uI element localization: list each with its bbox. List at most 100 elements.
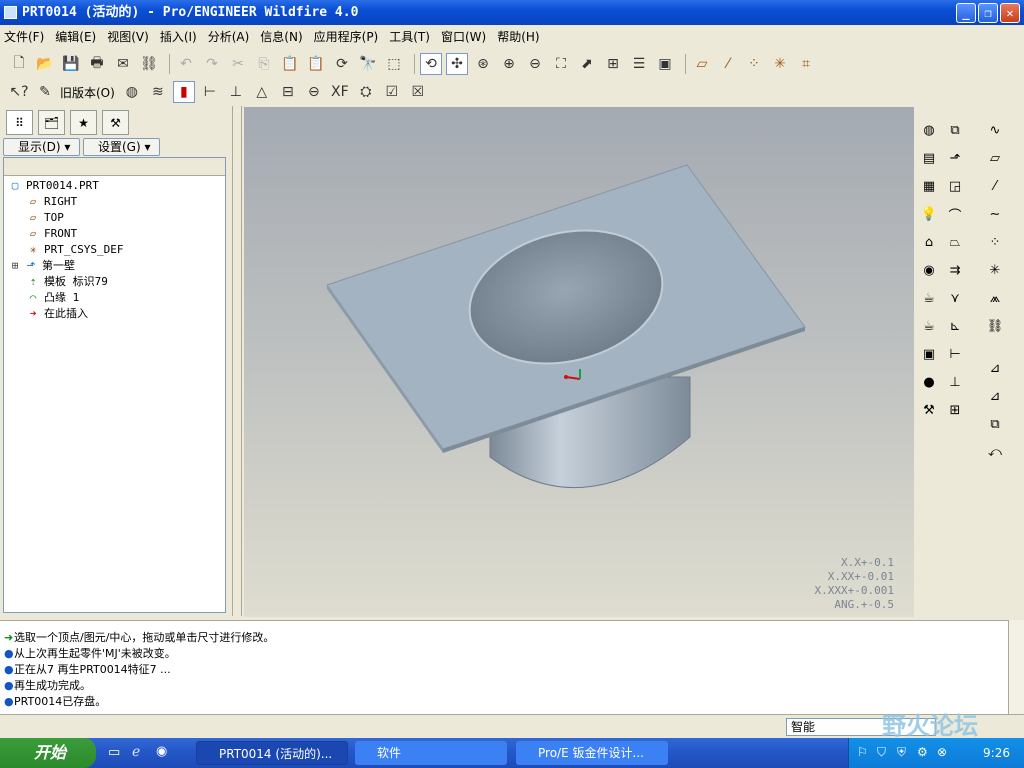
show-dropdown[interactable]: 显示(D) ▾ [3,138,80,156]
undo-icon[interactable]: ↶ [175,53,197,75]
datum-axis-tool-icon[interactable]: ⁄ [984,175,1006,197]
annotation-toggle-icon[interactable]: ⌗ [795,53,817,75]
tree-item-csys[interactable]: ✳ PRT_CSYS_DEF [26,242,124,258]
browser-icon[interactable]: ℯ [132,744,140,760]
copy-icon[interactable]: ⧉ [984,413,1006,435]
favorites-tab[interactable]: ★ [70,110,97,135]
flange-wall-icon[interactable]: ⌒ [944,203,966,225]
scene-icon[interactable]: ▤ [918,147,940,169]
menu-window[interactable]: 窗口(W) [441,28,486,45]
move-icon[interactable]: ⤺ [984,441,1006,463]
bend-icon[interactable]: ⋎ [944,287,966,309]
datum-planes-toggle-icon[interactable]: ▱ [691,53,713,75]
merge-wall-icon[interactable]: ⇉ [944,259,966,281]
menu-file[interactable]: 文件(F) [4,28,44,45]
csys-tool-icon[interactable]: ✳ [984,259,1006,281]
menu-applications[interactable]: 应用程序(P) [314,28,379,45]
send-link-icon[interactable]: ⛓ [138,53,160,75]
format-icon[interactable]: ⊿ [984,385,1006,407]
open-folder-icon[interactable]: 📂 [34,53,56,75]
task-folder[interactable]: 软件 [355,741,507,765]
print-icon[interactable]: 🖶 [86,53,108,75]
tree-item-form[interactable]: ⇡ 模板 标识79 [26,274,108,290]
sheetmetal-tool-icon[interactable]: ⛭ [355,81,377,103]
folder-browser-tab[interactable]: 🗂 [38,110,65,135]
analysis-feature-icon[interactable]: ⩕ [984,287,1006,309]
datum-axes-toggle-icon[interactable]: ⁄ [717,53,739,75]
color-display-icon[interactable]: ▮ [172,81,195,103]
navigator-splitter[interactable] [232,106,242,616]
light-icon[interactable]: 💡 [918,203,940,225]
cut-icon[interactable]: ✂ [227,53,249,75]
render-icon[interactable]: ◉ [918,259,940,281]
close-button[interactable]: ✕ [1000,3,1020,23]
spin-center-icon[interactable]: ✣ [446,53,468,75]
settings-dropdown[interactable]: 设置(G) ▾ [83,138,160,156]
flat-wall-icon[interactable]: ◲ [944,175,966,197]
send-mail-icon[interactable]: ✉ [112,53,134,75]
solid-icon[interactable]: ▣ [918,343,940,365]
saved-views-icon[interactable]: ⊞ [602,53,624,75]
decal-icon[interactable]: ☕ [918,287,940,309]
bend-back-icon[interactable]: ⊥ [225,81,247,103]
sphere-icon[interactable]: ● [918,371,940,393]
menu-help[interactable]: 帮助(H) [497,28,539,45]
menu-analysis[interactable]: 分析(A) [208,28,250,45]
show-desktop-icon[interactable]: ▭ [108,745,120,760]
graphics-window[interactable]: X.X+-0.1 X.XX+-0.01 X.XXX+-0.001 ANG.+-0… [244,107,914,617]
paste-icon[interactable]: 📋 [279,53,301,75]
appearance-icon[interactable]: ◍ [121,81,143,103]
context-help-icon[interactable]: ↖? [8,81,30,103]
refit-icon[interactable]: ⛶ [550,53,572,75]
unbend-tool-icon[interactable]: ⊢ [944,343,966,365]
save-render-icon[interactable]: ☕ [918,315,940,337]
menu-edit[interactable]: 编辑(E) [55,28,96,45]
tray-icon[interactable]: ⚐ [857,745,868,759]
minimize-button[interactable]: _ [956,3,976,23]
clock[interactable]: 9:26 [983,746,1010,760]
zoom-in-icon[interactable]: ⊕ [498,53,520,75]
datum-points-toggle-icon[interactable]: ⁘ [743,53,765,75]
extend-wall-icon[interactable]: ⏢ [944,231,966,253]
datum-plane-tool-icon[interactable]: ▱ [984,147,1006,169]
sketch-curve-icon[interactable]: ∼ [984,203,1006,225]
csys-toggle-icon[interactable]: ✳ [769,53,791,75]
tray-icon[interactable]: ⊗ [937,745,947,759]
close-window-icon[interactable]: ☒ [407,81,429,103]
copy-geometry-icon[interactable]: ⧉ [944,119,966,141]
view-manager-icon[interactable]: ▣ [654,53,676,75]
appearance-gallery-icon[interactable]: ◍ [918,119,940,141]
edge-bend-icon[interactable]: ⊾ [944,315,966,337]
media-icon[interactable]: ◉ [156,744,167,759]
tree-item-top[interactable]: ▱ TOP [26,210,64,226]
room-icon[interactable]: ⌂ [918,231,940,253]
bend-back-tool-icon[interactable]: ⊥ [944,371,966,393]
layers-icon[interactable]: ☰ [628,53,650,75]
legacy-version-label[interactable]: 旧版本(O) [60,84,115,101]
datum-point-tool-icon[interactable]: ⁘ [984,231,1006,253]
flat-pattern-icon[interactable]: △ [251,81,273,103]
texture-icon[interactable]: ▦ [918,175,940,197]
sheetmetal-model[interactable] [244,107,914,617]
menu-insert[interactable]: 插入(I) [160,28,197,45]
redraw-icon[interactable]: ⟲ [420,53,442,75]
zoom-out-icon[interactable]: ⊖ [524,53,546,75]
expand-plus-icon[interactable]: ⊞ [10,258,20,274]
maximize-button[interactable]: ❐ [978,3,998,23]
new-file-icon[interactable]: 🗋 [8,53,30,75]
unbend-icon[interactable]: ⊢ [199,81,221,103]
task-proe-active[interactable]: PRT0014 (活动的)... [196,741,348,765]
planar-wall-icon[interactable]: ⬏ [944,147,966,169]
message-scrollbar[interactable] [1008,620,1024,714]
selection-box-icon[interactable]: ⬚ [383,53,405,75]
note-icon[interactable]: ⊿ [984,357,1006,379]
redo-icon[interactable]: ↷ [201,53,223,75]
xf-icon[interactable]: XF [329,81,351,103]
tree-item-right[interactable]: ▱ RIGHT [26,194,77,210]
regenerate-icon[interactable]: ⟳ [331,53,353,75]
save-icon[interactable]: 💾 [60,53,82,75]
inspect-icon[interactable]: ⚒ [918,399,940,421]
orient-mode-icon[interactable]: ⊛ [472,53,494,75]
tree-item-front[interactable]: ▱ FRONT [26,226,77,242]
tree-item-first-wall[interactable]: ⊞ ⬏ 第一壁 [10,258,75,274]
